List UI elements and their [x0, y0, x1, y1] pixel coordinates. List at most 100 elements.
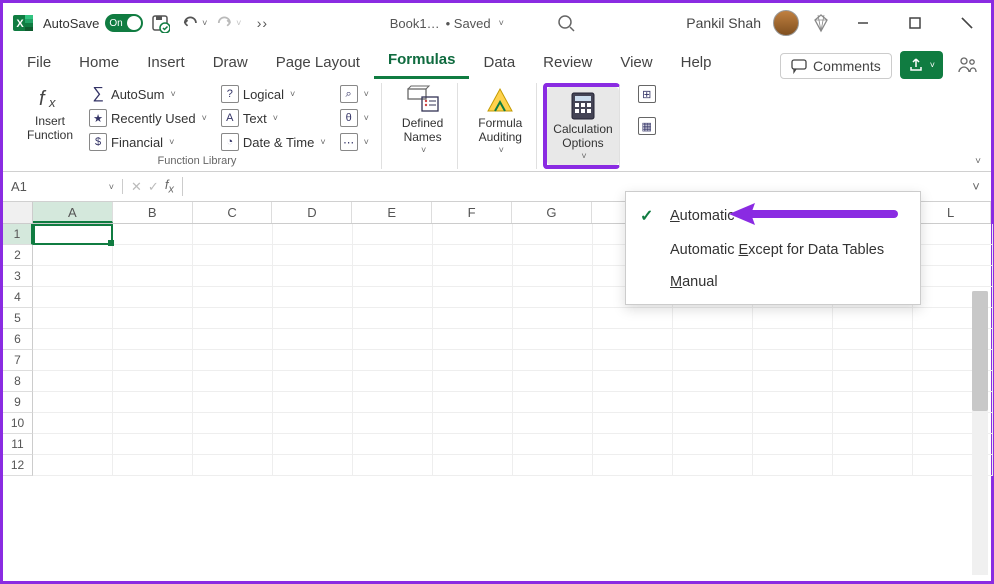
cell[interactable] — [33, 329, 113, 350]
cell[interactable] — [113, 392, 193, 413]
col-header[interactable]: F — [432, 202, 512, 223]
cell[interactable] — [353, 224, 433, 245]
cell[interactable] — [353, 371, 433, 392]
menu-automatic-except[interactable]: Automatic Except for Data Tables — [626, 234, 920, 266]
date-time-button[interactable]: ◔Date & Time˅ — [217, 131, 330, 153]
math-button[interactable]: θ˅ — [336, 107, 373, 129]
logical-button[interactable]: ?Logical˅ — [217, 83, 330, 105]
cell[interactable] — [433, 392, 513, 413]
search-icon[interactable] — [556, 13, 576, 33]
cell[interactable] — [673, 455, 753, 476]
cell[interactable] — [353, 308, 433, 329]
cell[interactable] — [433, 245, 513, 266]
calculation-options-button[interactable]: Calculation Options˅ — [547, 87, 618, 165]
cell[interactable] — [193, 308, 273, 329]
cell[interactable] — [113, 245, 193, 266]
cell[interactable] — [673, 434, 753, 455]
cell[interactable] — [353, 413, 433, 434]
avatar[interactable] — [773, 10, 799, 36]
cell[interactable] — [673, 392, 753, 413]
cell[interactable] — [513, 434, 593, 455]
user-name[interactable]: Pankil Shah — [686, 15, 761, 31]
tab-file[interactable]: File — [13, 46, 65, 79]
cell[interactable] — [753, 392, 833, 413]
col-header[interactable]: G — [512, 202, 592, 223]
cell[interactable] — [193, 455, 273, 476]
row-header[interactable]: 8 — [3, 371, 33, 392]
row-header[interactable]: 5 — [3, 308, 33, 329]
cell[interactable] — [273, 266, 353, 287]
teams-icon[interactable] — [953, 51, 981, 79]
cell[interactable] — [113, 371, 193, 392]
row-header[interactable]: 2 — [3, 245, 33, 266]
cell[interactable] — [113, 224, 193, 245]
cell[interactable] — [753, 455, 833, 476]
cell[interactable] — [273, 455, 353, 476]
row-header[interactable]: 1 — [3, 224, 33, 245]
cell[interactable] — [433, 413, 513, 434]
cell[interactable] — [593, 329, 673, 350]
insert-function-button[interactable]: fx Insert Function — [21, 83, 79, 145]
cell[interactable] — [193, 413, 273, 434]
maximize-button[interactable] — [895, 8, 935, 38]
cell[interactable] — [353, 245, 433, 266]
share-button[interactable]: ˅ — [900, 51, 943, 79]
cell[interactable] — [273, 413, 353, 434]
cell[interactable] — [433, 455, 513, 476]
fx-icon[interactable]: fx — [165, 177, 174, 196]
cell[interactable] — [433, 434, 513, 455]
recently-used-button[interactable]: ★Recently Used˅ — [85, 107, 211, 129]
tab-view[interactable]: View — [606, 46, 666, 79]
cell[interactable] — [753, 371, 833, 392]
cell[interactable] — [193, 392, 273, 413]
cell[interactable] — [193, 371, 273, 392]
row-header[interactable]: 10 — [3, 413, 33, 434]
calculate-now-button[interactable]: ⊞ — [634, 83, 660, 105]
cell[interactable] — [113, 329, 193, 350]
cell[interactable] — [753, 413, 833, 434]
premium-icon[interactable] — [811, 13, 831, 33]
cell[interactable] — [433, 287, 513, 308]
autosave-toggle[interactable]: AutoSave On — [43, 14, 143, 32]
row-header[interactable]: 6 — [3, 329, 33, 350]
vertical-scrollbar[interactable] — [972, 291, 988, 575]
cell[interactable] — [193, 224, 273, 245]
ribbon-collapse-button[interactable]: ˅ — [975, 156, 981, 167]
cell[interactable] — [513, 287, 593, 308]
cell[interactable] — [353, 434, 433, 455]
cell[interactable] — [513, 266, 593, 287]
more-functions-button[interactable]: ⋯˅ — [336, 131, 373, 153]
cell[interactable] — [433, 371, 513, 392]
cell[interactable] — [273, 350, 353, 371]
cell[interactable] — [673, 371, 753, 392]
cell[interactable] — [673, 413, 753, 434]
cell[interactable] — [193, 287, 273, 308]
cell[interactable] — [33, 413, 113, 434]
cell[interactable] — [193, 350, 273, 371]
col-header[interactable]: L — [911, 202, 991, 223]
cell[interactable] — [433, 266, 513, 287]
cell[interactable] — [113, 308, 193, 329]
menu-manual[interactable]: Manual — [626, 266, 920, 298]
formula-auditing-button[interactable]: Formula Auditing˅ — [472, 83, 528, 157]
cell[interactable] — [673, 308, 753, 329]
col-header[interactable]: C — [193, 202, 273, 223]
cell[interactable] — [353, 350, 433, 371]
col-header[interactable]: A — [33, 202, 113, 223]
cell[interactable] — [593, 308, 673, 329]
lookup-button[interactable]: ⌕˅ — [336, 83, 373, 105]
cell[interactable] — [33, 455, 113, 476]
row-header[interactable]: 7 — [3, 350, 33, 371]
minimize-button[interactable] — [843, 8, 883, 38]
cell[interactable] — [433, 329, 513, 350]
cell[interactable] — [833, 350, 913, 371]
cell[interactable] — [33, 350, 113, 371]
cell[interactable] — [513, 371, 593, 392]
cell[interactable] — [33, 371, 113, 392]
cell[interactable] — [113, 413, 193, 434]
cell[interactable] — [33, 308, 113, 329]
cell[interactable] — [193, 434, 273, 455]
cell[interactable] — [513, 392, 593, 413]
autosum-button[interactable]: ∑AutoSum˅ — [85, 83, 211, 105]
document-name[interactable]: Book1… — [390, 16, 440, 31]
